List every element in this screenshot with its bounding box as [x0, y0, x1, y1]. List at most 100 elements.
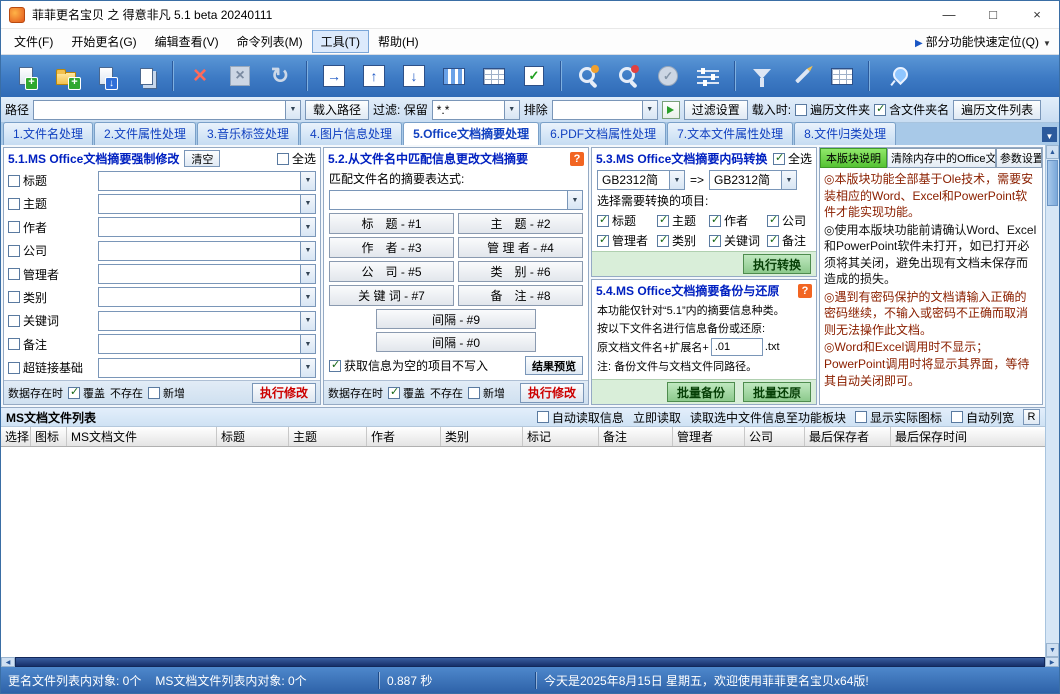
- gap0-button[interactable]: 间隔 - #0: [376, 332, 536, 352]
- column-header-icon[interactable]: 图标: [31, 427, 67, 446]
- move-right-button[interactable]: [315, 58, 353, 94]
- maximize-button[interactable]: □: [971, 1, 1015, 29]
- column-header-subject[interactable]: 主题: [289, 427, 367, 446]
- filter-button[interactable]: [743, 58, 781, 94]
- search-settings-button[interactable]: [569, 58, 607, 94]
- batch-restore-button[interactable]: 批量还原: [743, 382, 811, 402]
- field-checkbox-comments[interactable]: 备注: [8, 336, 94, 353]
- adjust-button[interactable]: [689, 58, 727, 94]
- column-header-mark[interactable]: 标记: [523, 427, 599, 446]
- horizontal-scroll-thumb[interactable]: [15, 657, 1045, 667]
- field-combo-title[interactable]: [98, 171, 316, 191]
- field-checkbox-keywords[interactable]: 关键词: [8, 312, 94, 329]
- auto-read-checkbox[interactable]: 自动读取信息: [537, 409, 624, 426]
- menu-file[interactable]: 文件(F): [5, 30, 62, 53]
- convert-title-checkbox[interactable]: 标题: [597, 212, 655, 229]
- menu-command-list[interactable]: 命令列表(M): [228, 30, 312, 53]
- column-header-title[interactable]: 标题: [217, 427, 289, 446]
- field-checkbox-author[interactable]: 作者: [8, 219, 94, 236]
- field-combo-author[interactable]: [98, 217, 316, 237]
- execute-modify-button[interactable]: 执行修改: [520, 383, 584, 403]
- add-folder-button[interactable]: [47, 58, 85, 94]
- horizontal-scrollbar[interactable]: [1, 657, 1059, 667]
- column-header-author[interactable]: 作者: [367, 427, 441, 446]
- info-tab[interactable]: 本版块说明: [820, 148, 887, 168]
- traverse-file-list-button[interactable]: 遍历文件列表: [953, 100, 1041, 120]
- close-button[interactable]: ×: [1015, 1, 1059, 29]
- table-view-button[interactable]: [475, 58, 513, 94]
- scroll-right-button[interactable]: [1045, 657, 1059, 667]
- convert-subject-checkbox[interactable]: 主题: [657, 212, 707, 229]
- pin-button[interactable]: [877, 58, 915, 94]
- field-combo-keywords[interactable]: [98, 311, 316, 331]
- backup-suffix-input[interactable]: [711, 338, 763, 356]
- scroll-left-button[interactable]: [1, 657, 15, 667]
- path-combo[interactable]: [33, 100, 301, 120]
- field-checkbox-title[interactable]: 标题: [8, 172, 94, 189]
- clear-fields-button[interactable]: 清空: [184, 150, 220, 167]
- append-checkbox[interactable]: 新增: [468, 385, 505, 401]
- field-combo-hyperlink-base[interactable]: [98, 358, 316, 378]
- token-subject-button[interactable]: 主 题 - #2: [458, 213, 583, 234]
- menu-help[interactable]: 帮助(H): [369, 30, 428, 53]
- r-button[interactable]: R: [1023, 409, 1040, 425]
- token-manager-button[interactable]: 管 理 者 - #4: [458, 237, 583, 258]
- menu-start-rename[interactable]: 开始更名(G): [62, 30, 145, 53]
- exclude-filter-combo[interactable]: [552, 100, 658, 120]
- tab-office-summary[interactable]: 5.Office文档摘要处理: [403, 122, 539, 145]
- columns-view-button[interactable]: [435, 58, 473, 94]
- field-combo-manager[interactable]: [98, 264, 316, 284]
- load-path-button[interactable]: 载入路径: [305, 100, 369, 120]
- help-icon[interactable]: ?: [570, 152, 584, 166]
- scroll-down-button[interactable]: [1046, 643, 1059, 657]
- tab-file-classify[interactable]: 8.文件归类处理: [794, 122, 896, 145]
- field-combo-category[interactable]: [98, 287, 316, 307]
- menu-edit-view[interactable]: 编辑查看(V): [146, 30, 228, 53]
- show-real-icons-checkbox[interactable]: 显示实际图标: [855, 409, 942, 426]
- copy-list-button[interactable]: [127, 58, 165, 94]
- tab-filename[interactable]: 1.文件名处理: [3, 122, 93, 145]
- tab-pdf-properties[interactable]: 6.PDF文档属性处理: [540, 122, 666, 145]
- overwrite-checkbox[interactable]: 覆盖: [388, 385, 425, 401]
- move-up-button[interactable]: [355, 58, 393, 94]
- gap9-button[interactable]: 间隔 - #9: [376, 309, 536, 329]
- field-checkbox-hyperlink-base[interactable]: 超链接基础: [8, 359, 94, 376]
- clear-office-memory-button[interactable]: 清除内存中的Office文件: [887, 148, 996, 168]
- field-checkbox-manager[interactable]: 管理者: [8, 266, 94, 283]
- execute-modify-button[interactable]: 执行修改: [252, 383, 316, 403]
- apply-filter-button[interactable]: [662, 101, 680, 119]
- tab-file-attributes[interactable]: 2.文件属性处理: [94, 122, 196, 145]
- column-header-category[interactable]: 类别: [441, 427, 523, 446]
- filter-settings-button[interactable]: 过滤设置: [684, 100, 748, 120]
- field-checkbox-subject[interactable]: 主题: [8, 195, 94, 212]
- minimize-button[interactable]: —: [927, 1, 971, 29]
- preview-button[interactable]: 结果预览: [525, 356, 583, 375]
- convert-company-checkbox[interactable]: 公司: [767, 212, 811, 229]
- skip-empty-checkbox[interactable]: 获取信息为空的项目不写入: [329, 357, 488, 374]
- add-files-button[interactable]: [7, 58, 45, 94]
- column-header-select[interactable]: 选择: [1, 427, 31, 446]
- column-header-comments[interactable]: 备注: [599, 427, 673, 446]
- from-encoding-combo[interactable]: GB2312简体: [597, 170, 685, 190]
- move-down-button[interactable]: [395, 58, 433, 94]
- execute-convert-button[interactable]: 执行转换: [743, 254, 811, 274]
- column-header-last-saved-time[interactable]: 最后保存时间: [891, 427, 1045, 446]
- rename-button[interactable]: [783, 58, 821, 94]
- convert-keywords-checkbox[interactable]: 关键词: [709, 232, 765, 249]
- vertical-scrollbar[interactable]: [1045, 145, 1059, 657]
- token-company-button[interactable]: 公 司 - #5: [329, 261, 454, 282]
- parameter-settings-button[interactable]: 参数设置: [996, 148, 1042, 168]
- vertical-scroll-thumb[interactable]: [1047, 160, 1058, 206]
- token-keywords-button[interactable]: 关 键 词 - #7: [329, 285, 454, 306]
- tab-music-tags[interactable]: 3.音乐标签处理: [197, 122, 299, 145]
- overwrite-checkbox[interactable]: 覆盖: [68, 385, 105, 401]
- field-checkbox-company[interactable]: 公司: [8, 242, 94, 259]
- convert-category-checkbox[interactable]: 类别: [657, 232, 707, 249]
- column-header-manager[interactable]: 管理者: [673, 427, 745, 446]
- expression-combo[interactable]: [329, 190, 583, 210]
- checklist-button[interactable]: [515, 58, 553, 94]
- select-all-checkbox[interactable]: 全选: [773, 150, 812, 167]
- tab-overflow-button[interactable]: [1042, 127, 1057, 142]
- column-header-last-saved-by[interactable]: 最后保存者: [805, 427, 891, 446]
- quick-locate-button[interactable]: 部分功能快速定位(Q): [915, 33, 1039, 50]
